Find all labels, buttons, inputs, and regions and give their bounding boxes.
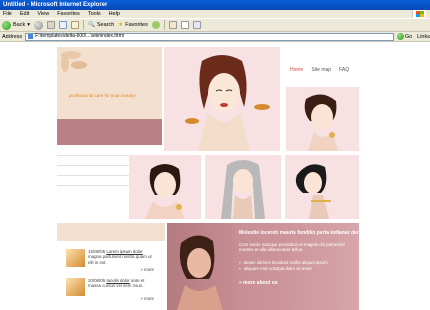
menu-favorites[interactable]: Favorites bbox=[57, 10, 80, 18]
favorites-label: Favorites bbox=[125, 22, 148, 28]
go-button[interactable]: Go bbox=[396, 33, 413, 40]
short-hair-woman-icon bbox=[304, 94, 338, 151]
edit-icon[interactable] bbox=[192, 21, 201, 29]
chevron-down-icon: ▾ bbox=[27, 22, 30, 28]
news-more-link[interactable]: » more bbox=[140, 267, 154, 272]
divider bbox=[57, 155, 129, 156]
news-title-link[interactable]: Lorem ipsum dolor bbox=[106, 249, 142, 254]
menu-edit[interactable]: Edit bbox=[20, 10, 29, 18]
refresh-icon[interactable] bbox=[59, 21, 67, 29]
back-arrow-icon bbox=[2, 20, 11, 30]
links-button[interactable]: Links bbox=[417, 34, 430, 40]
news-header bbox=[57, 223, 165, 241]
portrait-tile bbox=[129, 155, 201, 219]
back-label: Back bbox=[13, 22, 26, 28]
more-about-us-link[interactable]: » more about us bbox=[239, 280, 278, 286]
favorites-button[interactable]: ★ Favorites bbox=[118, 22, 148, 28]
hero-image bbox=[164, 47, 280, 151]
search-icon: 🔍 bbox=[88, 22, 95, 28]
search-button[interactable]: 🔍 Search bbox=[88, 22, 114, 28]
window-title: Untitled - Microsoft Internet Explorer bbox=[3, 2, 108, 8]
news-text: 15/08/05 Lorem ipsum dolor magna parturi… bbox=[88, 249, 156, 265]
news-date: 15/08/05 bbox=[88, 249, 106, 254]
menu-file[interactable]: File bbox=[3, 10, 12, 18]
logo-panel: professional care for your beauty! bbox=[57, 47, 162, 119]
feature-section: Molestie locereb mauris fondiko perta ke… bbox=[167, 223, 359, 310]
back-button[interactable]: Back ▾ bbox=[2, 20, 30, 30]
nav-faq[interactable]: FAQ bbox=[339, 67, 349, 73]
bob-hair-woman-icon bbox=[295, 164, 331, 219]
windows-logo-icon bbox=[412, 10, 426, 18]
news-date: 20/08/05 bbox=[88, 278, 106, 283]
portrait-tile bbox=[285, 155, 359, 219]
address-label: Address bbox=[2, 33, 23, 40]
portrait-tile bbox=[286, 87, 359, 151]
silver-hair-woman-icon bbox=[221, 160, 265, 219]
decor-lines bbox=[57, 155, 129, 219]
go-label: Go bbox=[404, 33, 413, 40]
page-viewport: professional care for your beauty! Home … bbox=[0, 42, 430, 310]
star-icon: ★ bbox=[118, 22, 124, 28]
search-label: Search bbox=[96, 22, 115, 28]
page-icon bbox=[28, 34, 34, 39]
decor-strip bbox=[57, 119, 162, 145]
dark-hair-woman-icon bbox=[145, 164, 185, 219]
address-bar: Address F:\templates\delta-600\...\site\… bbox=[0, 32, 430, 42]
site-slogan: professional care for your beauty! bbox=[69, 93, 136, 98]
feature-photo bbox=[167, 223, 233, 310]
address-input[interactable]: F:\templates\delta-600\...\site\index.ht… bbox=[25, 32, 394, 41]
flower-icon bbox=[61, 51, 87, 72]
news-title-link[interactable]: Iaculis dolor bbox=[106, 278, 129, 283]
news-section: 15/08/05 Lorem ipsum dolor magna parturi… bbox=[57, 223, 165, 310]
history-icon[interactable] bbox=[151, 21, 160, 29]
go-arrow-icon bbox=[396, 33, 404, 40]
title-bar: Untitled - Microsoft Internet Explorer bbox=[0, 0, 430, 10]
divider bbox=[57, 185, 129, 186]
nav-menu: Home Site map FAQ bbox=[290, 67, 349, 73]
menu-view[interactable]: View bbox=[37, 10, 49, 18]
separator bbox=[163, 20, 165, 30]
feature-body: Cum sociis natoque penatibus et magnis d… bbox=[239, 242, 345, 253]
menu-tools[interactable]: Tools bbox=[88, 10, 101, 18]
feature-list: donec ultrices tincidunt mollis aliquet … bbox=[239, 260, 328, 272]
mail-icon[interactable] bbox=[168, 21, 177, 29]
news-thumbnail bbox=[66, 278, 85, 296]
woman-photo-icon bbox=[177, 235, 223, 310]
news-more-link[interactable]: » more bbox=[140, 296, 154, 301]
woman-illustration-icon bbox=[185, 55, 270, 151]
menu-bar: File Edit View Favorites Tools Help bbox=[0, 10, 430, 18]
news-thumbnail bbox=[66, 249, 85, 267]
portrait-tile bbox=[205, 155, 281, 219]
divider bbox=[57, 165, 129, 166]
divider bbox=[57, 175, 129, 176]
feature-title: Molestie locereb mauris fondiko perta ke… bbox=[239, 230, 359, 236]
separator bbox=[83, 20, 84, 30]
forward-button[interactable] bbox=[34, 20, 43, 30]
print-icon[interactable] bbox=[180, 21, 189, 29]
feature-list-item[interactable]: aliquam erat volutpat diam sit amet bbox=[239, 266, 328, 272]
news-body: magna parturient nostra quam ut elit in … bbox=[88, 254, 152, 265]
menu-help[interactable]: Help bbox=[109, 10, 120, 18]
nav-home[interactable]: Home bbox=[290, 67, 303, 73]
template: professional care for your beauty! Home … bbox=[57, 47, 359, 310]
toolbar: Back ▾ 🔍 Search ★ Favorites bbox=[0, 18, 430, 32]
home-icon[interactable] bbox=[71, 21, 79, 29]
top-navigation: Home Site map FAQ bbox=[282, 47, 359, 83]
nav-site-map[interactable]: Site map bbox=[311, 67, 331, 73]
address-url: F:\templates\delta-600\...\site\index.ht… bbox=[35, 33, 124, 39]
news-text: 20/08/05 Iaculis dolor ante et massa cur… bbox=[88, 278, 156, 289]
stop-icon[interactable] bbox=[47, 21, 55, 29]
